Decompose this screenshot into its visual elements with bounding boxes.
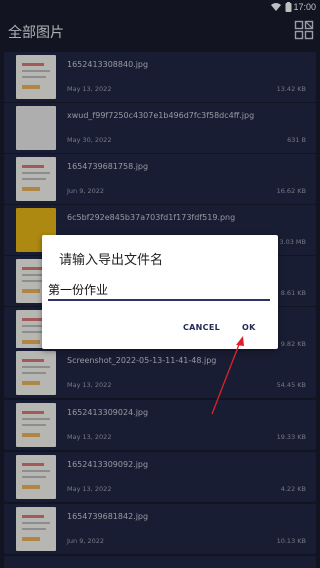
annotation-arrow <box>211 336 244 415</box>
